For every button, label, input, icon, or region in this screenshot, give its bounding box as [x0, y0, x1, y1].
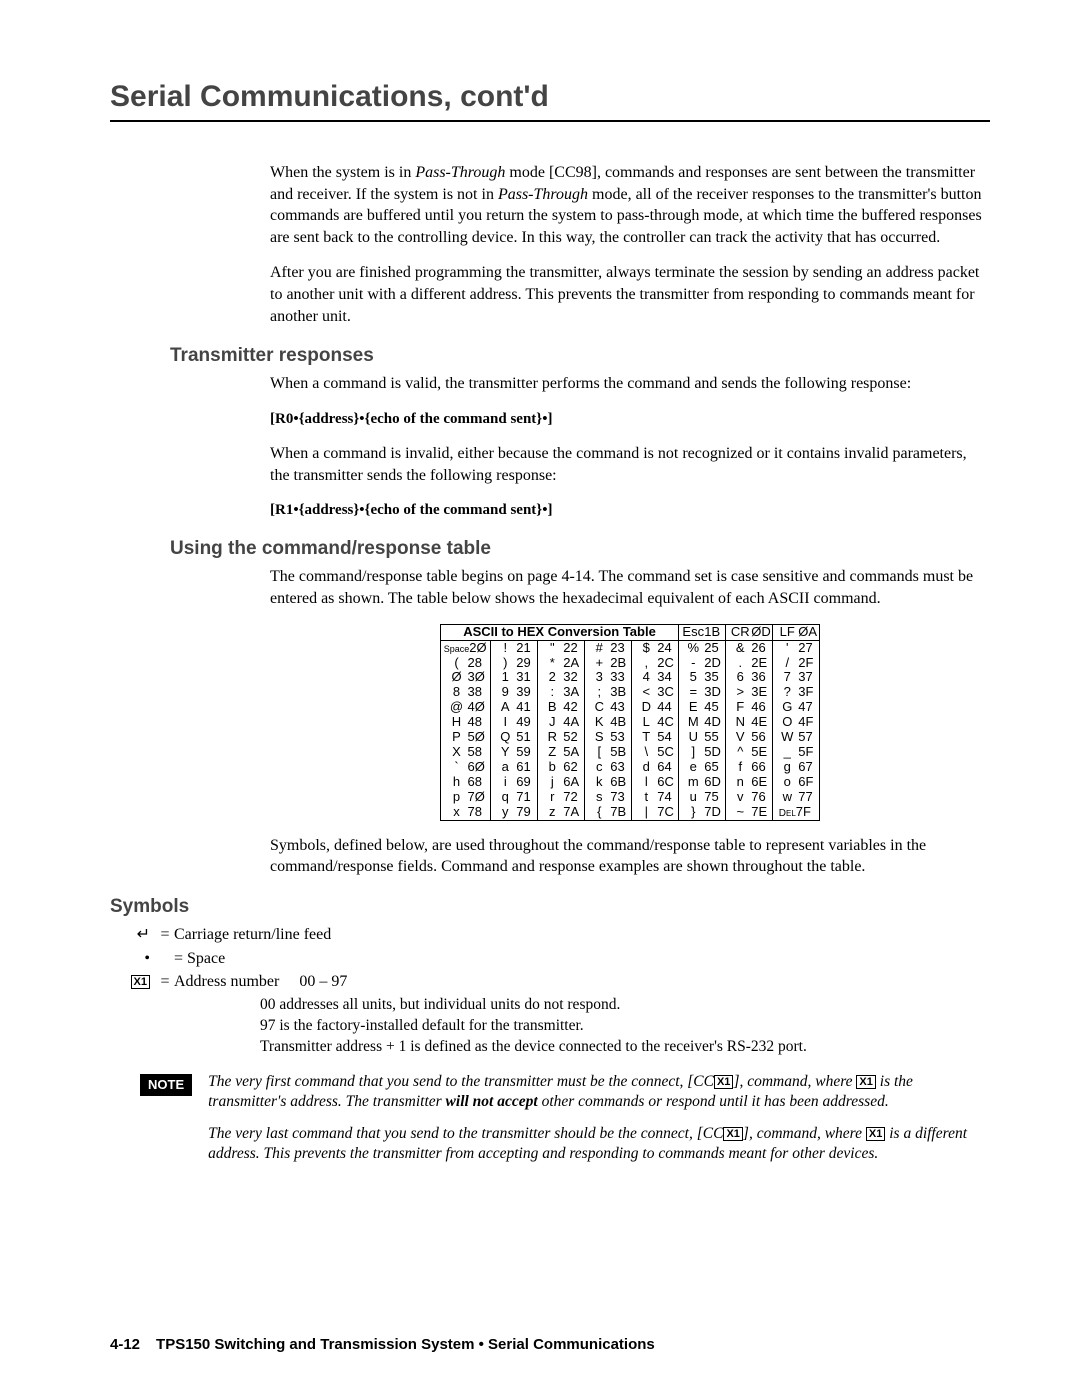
- heading-transmitter-responses: Transmitter responses: [170, 345, 990, 367]
- paragraph-1: When the system is in Pass-Through mode …: [270, 162, 990, 248]
- page-footer: 4-12TPS150 Switching and Transmission Sy…: [110, 1336, 655, 1353]
- heading-symbols: Symbols: [110, 896, 990, 918]
- paragraph-5: The command/response table begins on pag…: [270, 566, 990, 609]
- paragraph-3: When a command is valid, the transmitter…: [270, 373, 990, 395]
- symbol-cr-lf: ↵ = Carriage return/line feed: [110, 924, 990, 946]
- paragraph-4: When a command is invalid, either becaus…: [270, 443, 990, 486]
- ascii-hex-table: ASCII to HEX Conversion TableEsc1BCRØDLF…: [440, 624, 821, 821]
- paragraph-6: Symbols, defined below, are used through…: [270, 835, 990, 878]
- address-note-3: Transmitter address + 1 is defined as th…: [260, 1037, 990, 1058]
- note-text: The very first command that you send to …: [208, 1072, 990, 1177]
- heading-using-table: Using the command/response table: [170, 538, 990, 560]
- chapter-title: Serial Communications, cont'd: [110, 80, 990, 114]
- response-valid: [R0•{address}•{echo of the command sent}…: [270, 409, 990, 429]
- paragraph-2: After you are finished programming the t…: [270, 262, 990, 327]
- response-invalid: [R1•{address}•{echo of the command sent}…: [270, 500, 990, 520]
- title-rule: [110, 120, 990, 122]
- symbol-address-number: X1 = Address number 00 – 97: [110, 971, 990, 993]
- address-note-2: 97 is the factory-installed default for …: [260, 1016, 990, 1037]
- symbol-space: • = Space: [110, 948, 990, 970]
- address-note-1: 00 addresses all units, but individual u…: [260, 995, 990, 1016]
- note-label: NOTE: [140, 1074, 192, 1096]
